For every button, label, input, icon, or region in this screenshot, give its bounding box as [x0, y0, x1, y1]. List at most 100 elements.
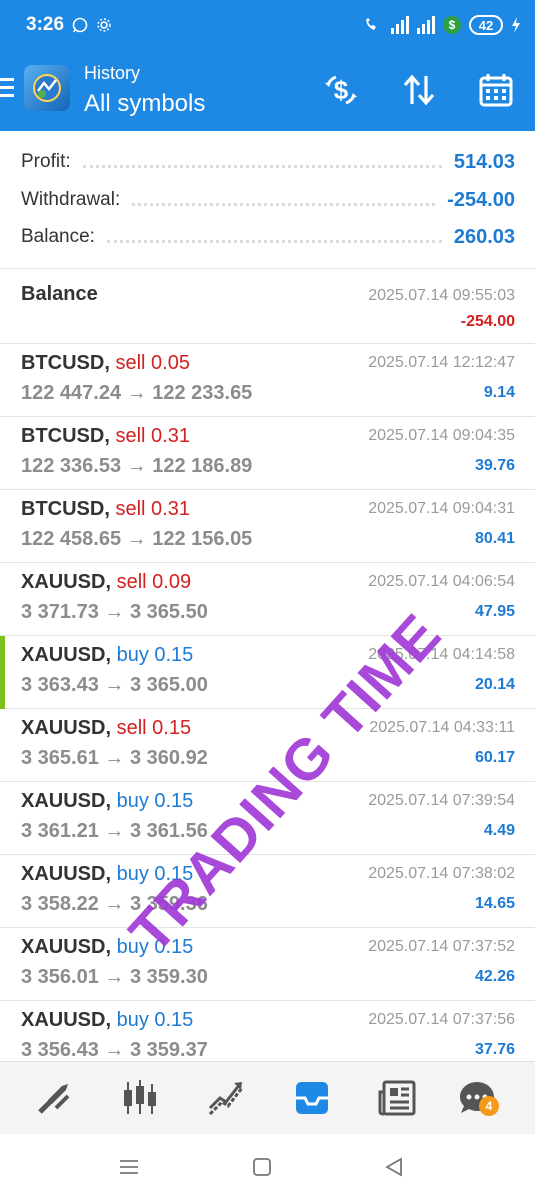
deal-profit: 42.26 — [474, 968, 515, 985]
balance-row: Balance: 260.03 — [21, 222, 515, 252]
profit-row: Profit: 514.03 — [21, 147, 515, 177]
deal-time: 2025.07.14 09:04:31 — [368, 500, 515, 517]
deal-row[interactable]: XAUUSD, buy 0.15 3 356.01 → 3 359.30 2025.… — [0, 928, 535, 1001]
home-icon[interactable] — [249, 1154, 275, 1180]
deal-type: sell 0.31 — [115, 425, 190, 447]
deal-row[interactable]: BTCUSD, sell 0.31 122 336.53 → 122 186.89… — [0, 417, 535, 490]
deal-row[interactable]: BTCUSD, sell 0.31 122 458.65 → 122 156.05… — [0, 490, 535, 563]
deal-profit: 20.14 — [474, 676, 515, 693]
chat-icon[interactable]: 4 — [455, 1076, 499, 1120]
balance-entry[interactable]: Balance 2025.07.14 09:55:03 -254.00 — [0, 269, 535, 344]
deal-prices: 122 458.65 → 122 156.05 — [21, 528, 253, 550]
deal-symbol-name: XAUUSD, — [21, 717, 112, 739]
charging-icon — [512, 17, 520, 33]
back-icon[interactable] — [381, 1154, 407, 1180]
deal-profit: 60.17 — [474, 749, 515, 766]
chat-badge: 4 — [479, 1096, 499, 1116]
deal-symbol-name: XAUUSD, — [21, 1009, 112, 1031]
app-logo[interactable] — [24, 65, 70, 111]
deal-symbol: XAUUSD, sell 0.09 — [21, 571, 191, 594]
deal-symbol: BTCUSD, sell 0.31 — [21, 498, 190, 521]
deal-prices: 3 363.43 → 3 365.00 — [21, 674, 208, 696]
deal-symbol-name: BTCUSD, — [21, 498, 110, 520]
deal-row[interactable]: XAUUSD, buy 0.15 3 358.22 → 3 359.36 2025.… — [0, 855, 535, 928]
deal-time: 2025.07.14 12:12:47 — [368, 354, 515, 371]
deal-profit: 80.41 — [474, 530, 515, 547]
balance-entry-time: 2025.07.14 09:55:03 — [368, 287, 515, 304]
dollar-notification-icon: $ — [443, 16, 461, 34]
quotes-icon[interactable] — [32, 1076, 76, 1120]
balance-entry-amount: -254.00 — [460, 313, 515, 330]
deal-time: 2025.07.14 07:37:52 — [368, 938, 515, 955]
deal-prices: 122 447.24 → 122 233.65 — [21, 382, 253, 404]
deal-symbol-name: XAUUSD, — [21, 936, 112, 958]
deal-symbol-name: XAUUSD, — [21, 644, 112, 666]
news-icon[interactable] — [376, 1076, 420, 1120]
withdrawal-value: -254.00 — [447, 188, 515, 211]
deal-profit: 47.95 — [474, 603, 515, 620]
settings-icon — [97, 18, 111, 32]
deal-symbol-name: XAUUSD, — [21, 571, 112, 593]
deal-type: sell 0.09 — [116, 571, 192, 593]
page-title: History — [84, 63, 141, 83]
balance-entry-label: Balance — [21, 283, 98, 305]
deal-symbol: XAUUSD, sell 0.15 — [21, 717, 191, 740]
deal-profit: 37.76 — [474, 1041, 515, 1058]
deal-prices: 3 356.01 → 3 359.30 — [21, 966, 208, 988]
deal-prices: 3 365.61 → 3 360.92 — [21, 747, 208, 769]
deal-type: buy 0.15 — [116, 790, 194, 812]
deal-symbol: XAUUSD, buy 0.15 — [21, 1009, 193, 1032]
app-toolbar: History All symbols $ — [0, 50, 535, 131]
balance-value: 260.03 — [453, 225, 515, 248]
history-summary: Profit: 514.03 Withdrawal: -254.00 Balan… — [0, 131, 535, 269]
trade-icon[interactable] — [204, 1076, 248, 1120]
wifi-call-icon — [366, 18, 376, 30]
dollar-exchange-icon[interactable]: $ — [321, 70, 361, 110]
battery-indicator: 42 — [469, 15, 503, 35]
deal-type: buy 0.15 — [116, 1009, 194, 1031]
deal-symbol: XAUUSD, buy 0.15 — [21, 644, 193, 667]
deal-symbol-name: BTCUSD, — [21, 352, 110, 374]
metatrader-logo-icon — [33, 74, 61, 102]
status-bar: 3:26 $ 42 — [0, 0, 535, 50]
selected-row-marker — [0, 636, 5, 709]
symbol-filter[interactable]: All symbols — [84, 90, 205, 118]
menu-icon[interactable] — [0, 78, 14, 100]
withdrawal-row: Withdrawal: -254.00 — [21, 185, 515, 215]
deal-prices: 3 356.43 → 3 359.37 — [21, 1039, 208, 1061]
deal-prices: 3 371.73 → 3 365.50 — [21, 601, 208, 623]
deal-prices: 122 336.53 → 122 186.89 — [21, 455, 253, 477]
deal-time: 2025.07.14 09:04:35 — [368, 427, 515, 444]
deal-symbol: XAUUSD, buy 0.15 — [21, 790, 193, 813]
profit-label: Profit: — [21, 151, 71, 172]
deal-row[interactable]: BTCUSD, sell 0.05 122 447.24 → 122 233.65… — [0, 344, 535, 417]
deal-profit: 14.65 — [474, 895, 515, 912]
calendar-icon[interactable] — [476, 70, 516, 110]
whatsapp-icon — [72, 17, 88, 33]
deal-row[interactable]: XAUUSD, buy 0.15 3 363.43 → 3 365.00 2025.… — [0, 636, 535, 709]
chart-icon[interactable] — [118, 1076, 162, 1120]
deal-symbol: BTCUSD, sell 0.31 — [21, 425, 190, 448]
svg-text:$: $ — [334, 75, 349, 105]
deal-row[interactable]: XAUUSD, sell 0.09 3 371.73 → 3 365.50 2025… — [0, 563, 535, 636]
balance-label: Balance: — [21, 226, 95, 247]
deal-symbol: BTCUSD, sell 0.05 — [21, 352, 190, 375]
recents-icon[interactable] — [116, 1154, 142, 1180]
deal-time: 2025.07.14 07:39:54 — [368, 792, 515, 809]
deal-symbol-name: XAUUSD, — [21, 790, 112, 812]
deal-profit: 9.14 — [483, 384, 515, 401]
deal-type: sell 0.05 — [115, 352, 190, 374]
deal-type: sell 0.15 — [116, 717, 192, 739]
system-navigation — [0, 1134, 535, 1199]
deal-profit: 4.49 — [483, 822, 515, 839]
history-icon[interactable] — [290, 1076, 334, 1120]
sort-icon[interactable] — [399, 70, 439, 110]
deal-time: 2025.07.14 04:33:11 — [369, 719, 515, 736]
status-time: 3:26 — [26, 14, 65, 35]
deal-time: 2025.07.14 07:38:02 — [368, 865, 515, 882]
bottom-navigation: 4 — [0, 1061, 535, 1134]
profit-value: 514.03 — [453, 150, 515, 173]
deal-symbol-name: BTCUSD, — [21, 425, 110, 447]
deal-prices: 3 361.21 → 3 361.56 — [21, 820, 208, 842]
signal-icon-2 — [417, 16, 435, 34]
